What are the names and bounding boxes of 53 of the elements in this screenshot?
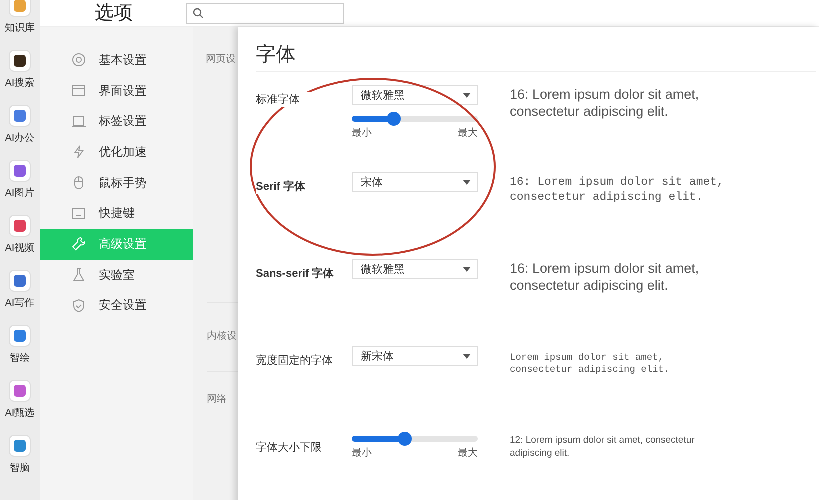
sidebar-item[interactable]: 安全设置: [40, 290, 193, 322]
keyboard-icon: [72, 206, 86, 221]
sidebar-item[interactable]: 快捷键: [40, 198, 193, 230]
sidebar-item[interactable]: 基本设置: [40, 45, 193, 76]
min-label: 最小: [352, 126, 372, 140]
caret-icon: [463, 180, 471, 184]
app-label[interactable]: AI视频: [5, 241, 35, 255]
window-title: 选项: [95, 2, 134, 26]
app-label[interactable]: 智脑: [10, 461, 30, 475]
window-icon: [72, 84, 86, 98]
font-dropdown[interactable]: 新宋体: [352, 346, 478, 366]
sidebar-item[interactable]: 实验室: [40, 260, 193, 290]
font-preview: 16: Lorem ipsum dolor sit amet, consectetur adipiscing elit.: [510, 86, 700, 120]
caret-icon: [463, 354, 471, 358]
font-preview: 16: Lorem ipsum dolor sit amet, consectetur adipiscing elit.: [510, 260, 700, 294]
section-label: 网络: [207, 394, 227, 405]
max-label: 最大: [458, 126, 478, 140]
search-icon: [193, 8, 204, 18]
font-dropdown[interactable]: 微软雅黑: [352, 259, 478, 279]
shield-icon: [72, 298, 86, 313]
caret-icon: [463, 92, 471, 98]
app-icon[interactable]: [8, 50, 31, 72]
min-label: 最小: [352, 446, 372, 460]
sidebar-item[interactable]: 界面设置: [40, 76, 193, 106]
sidebar-item[interactable]: 鼠标手势: [40, 168, 193, 198]
sidebar-item[interactable]: 优化加速: [40, 137, 193, 168]
slider-thumb[interactable]: [386, 112, 401, 126]
font-dropdown[interactable]: 宋体: [352, 172, 478, 192]
sidebar-item[interactable]: 标签设置: [40, 106, 193, 138]
mouse-icon: [72, 176, 86, 190]
section-label: 内核设: [207, 331, 237, 342]
panel-title: 字体: [256, 27, 816, 72]
tab-icon: [72, 114, 86, 129]
caret-icon: [463, 266, 471, 272]
flask-icon: [72, 268, 86, 282]
font-dropdown[interactable]: 微软雅黑: [352, 85, 478, 105]
app-label[interactable]: AI办公: [5, 131, 35, 145]
app-label[interactable]: AI图片: [5, 186, 35, 200]
section-label: 网页设: [206, 54, 236, 65]
bolt-icon: [72, 145, 86, 160]
app-label[interactable]: AI写作: [5, 296, 35, 310]
font-preview: 12: Lorem ipsum dolor sit amet, consectetur adipiscing elit.: [510, 434, 695, 460]
app-label[interactable]: AI搜索: [5, 76, 35, 90]
font-preview: 16: Lorem ipsum dolor sit amet, consectetur adipiscing elit.: [510, 175, 724, 205]
app-label[interactable]: 知识库: [5, 21, 35, 35]
app-label[interactable]: AI甄选: [5, 406, 35, 420]
max-label: 最大: [458, 446, 478, 460]
gear-icon: [72, 53, 86, 68]
font-preview: Lorem ipsum dolor sit amet, consectetur adipiscing elit.: [510, 351, 670, 376]
slider-thumb[interactable]: [398, 432, 412, 446]
wrench-icon: [72, 237, 86, 252]
app-label[interactable]: 智绘: [10, 351, 30, 365]
search-field[interactable]: [186, 2, 344, 24]
